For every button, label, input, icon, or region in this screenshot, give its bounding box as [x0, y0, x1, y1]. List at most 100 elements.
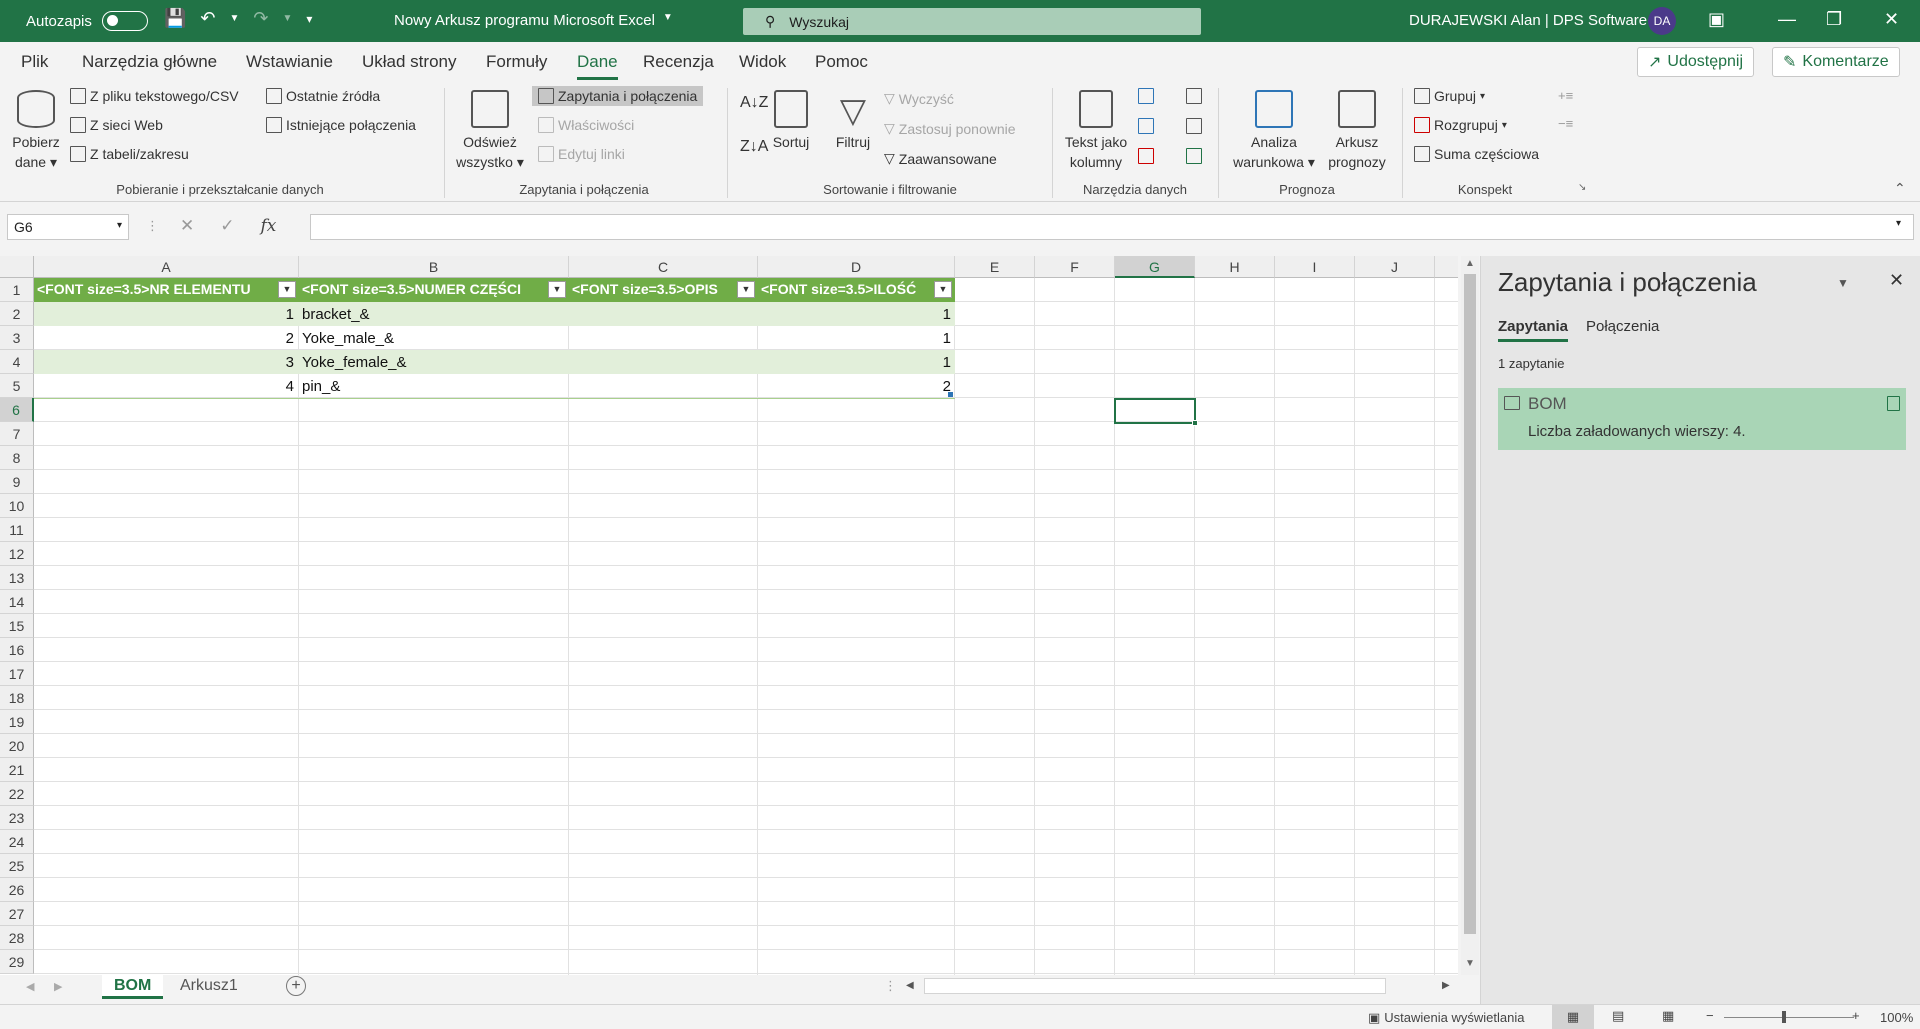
- cell-b3[interactable]: Yoke_male_&: [302, 330, 394, 347]
- spreadsheet-grid[interactable]: A B C D E F G H I J 1 2 3 4 5 6 7 8 9 10 11 12 13 14 1…: [0, 256, 1458, 975]
- autosave-control[interactable]: Autozapis: [26, 11, 148, 31]
- filter-dropdown-icon[interactable]: ▼: [737, 281, 755, 298]
- column-header-d[interactable]: D: [758, 256, 955, 278]
- add-sheet-icon[interactable]: +: [286, 976, 306, 996]
- tab-formulas[interactable]: Formuły: [486, 52, 547, 72]
- split-handle-icon[interactable]: ⋮: [884, 978, 897, 994]
- next-sheet-icon[interactable]: ▶: [54, 980, 62, 993]
- close-icon[interactable]: ✕: [1884, 9, 1899, 30]
- cell-a4[interactable]: 3: [286, 354, 294, 371]
- forecast-sheet-button[interactable]: Arkusz prognozy: [1322, 90, 1392, 172]
- row-header[interactable]: 1: [0, 278, 34, 302]
- column-header-i[interactable]: I: [1275, 256, 1355, 278]
- column-header-h[interactable]: H: [1195, 256, 1275, 278]
- normal-view-icon[interactable]: ▦: [1552, 1005, 1594, 1029]
- cell-b2[interactable]: bracket_&: [302, 306, 370, 323]
- cell-d3[interactable]: 1: [943, 330, 951, 347]
- document-title[interactable]: Nowy Arkusz programu Microsoft Excel ▼: [394, 12, 673, 29]
- column-header-g[interactable]: G: [1115, 256, 1195, 278]
- row-header[interactable]: 13: [0, 566, 34, 590]
- filter-dropdown-icon[interactable]: ▼: [278, 281, 296, 298]
- sort-za-button[interactable]: Z↓A: [740, 138, 768, 156]
- minimize-icon[interactable]: —: [1778, 9, 1796, 30]
- show-detail-icon[interactable]: +≡: [1558, 88, 1573, 103]
- column-header-f[interactable]: F: [1035, 256, 1115, 278]
- get-data-button[interactable]: Pobierz dane ▾: [8, 90, 64, 172]
- row-header[interactable]: 11: [0, 518, 34, 542]
- table-header-qty[interactable]: <FONT size=3.5>ILOŚĆ ▼: [758, 278, 955, 302]
- what-if-button[interactable]: Analiza warunkowa ▾: [1228, 90, 1320, 172]
- avatar[interactable]: DA: [1648, 7, 1676, 35]
- row-header[interactable]: 3: [0, 326, 34, 350]
- table-header-part[interactable]: <FONT size=3.5>NUMER CZĘŚCI ▼: [299, 278, 569, 302]
- zoom-slider-thumb[interactable]: [1782, 1011, 1786, 1023]
- tab-data[interactable]: Dane: [577, 52, 618, 80]
- row-header[interactable]: 24: [0, 830, 34, 854]
- page-layout-view-icon[interactable]: ▤: [1612, 1008, 1624, 1024]
- tab-file[interactable]: Plik: [21, 52, 48, 72]
- row-header[interactable]: 12: [0, 542, 34, 566]
- filter-dropdown-icon[interactable]: ▼: [934, 281, 952, 298]
- tab-queries[interactable]: Zapytania: [1498, 318, 1569, 342]
- column-header-j[interactable]: J: [1355, 256, 1435, 278]
- cell-a2[interactable]: 1: [286, 306, 294, 323]
- dialog-launcher-icon[interactable]: ↘: [1578, 182, 1586, 193]
- row-header[interactable]: 4: [0, 350, 34, 374]
- row-header[interactable]: 6: [0, 398, 34, 422]
- properties-button[interactable]: Właściwości: [538, 117, 634, 133]
- display-settings-button[interactable]: ▣ Ustawienia wyświetlania: [1368, 1010, 1524, 1026]
- scroll-down-icon[interactable]: ▼: [1465, 958, 1475, 969]
- tab-home[interactable]: Narzędzia główne: [82, 52, 217, 72]
- row-header[interactable]: 10: [0, 494, 34, 518]
- row-header[interactable]: 14: [0, 590, 34, 614]
- row-header[interactable]: 27: [0, 902, 34, 926]
- undo-icon[interactable]: ↶: [200, 8, 215, 29]
- row-header[interactable]: 8: [0, 446, 34, 470]
- row-header[interactable]: 9: [0, 470, 34, 494]
- column-header-b[interactable]: B: [299, 256, 569, 278]
- filter-button[interactable]: ▽ Filtruj: [828, 90, 878, 152]
- row-header[interactable]: 16: [0, 638, 34, 662]
- column-header-a[interactable]: A: [34, 256, 299, 278]
- formula-input[interactable]: [310, 214, 1914, 240]
- row-header[interactable]: 19: [0, 710, 34, 734]
- selected-cell[interactable]: [1114, 398, 1198, 426]
- sheet-tab-bom[interactable]: BOM: [102, 975, 164, 999]
- scroll-up-icon[interactable]: ▲: [1465, 258, 1475, 269]
- hide-detail-icon[interactable]: −≡: [1558, 116, 1573, 131]
- refresh-all-button[interactable]: Odśwież wszystko ▾: [452, 90, 528, 172]
- from-web-button[interactable]: Z sieci Web: [70, 117, 163, 133]
- zoom-in-icon[interactable]: +: [1852, 1008, 1860, 1023]
- share-button[interactable]: ↗ Udostępnij: [1637, 47, 1755, 77]
- select-all-corner[interactable]: [0, 256, 34, 278]
- insert-function-icon[interactable]: fx: [261, 216, 277, 236]
- group-button[interactable]: Grupuj ▾: [1414, 88, 1485, 104]
- relationships-icon[interactable]: [1186, 118, 1202, 134]
- remove-duplicates-icon[interactable]: [1138, 118, 1154, 134]
- redo-icon[interactable]: ↷: [253, 8, 268, 29]
- cell-d4[interactable]: 1: [943, 354, 951, 371]
- row-header[interactable]: 21: [0, 758, 34, 782]
- cell-d2[interactable]: 1: [943, 306, 951, 323]
- existing-connections-button[interactable]: Istniejące połączenia: [266, 117, 416, 133]
- restore-icon[interactable]: ❐: [1826, 9, 1842, 30]
- queries-connections-button[interactable]: Zapytania i połączenia: [532, 86, 704, 106]
- sheet-tab-arkusz1[interactable]: Arkusz1: [168, 975, 250, 999]
- row-header[interactable]: 26: [0, 878, 34, 902]
- row-header[interactable]: 5: [0, 374, 34, 398]
- drag-handle-icon[interactable]: ⋮: [146, 218, 159, 234]
- edit-links-button[interactable]: Edytuj linki: [538, 146, 625, 162]
- collapse-ribbon-icon[interactable]: ⌃: [1894, 180, 1906, 197]
- cell-b4[interactable]: Yoke_female_&: [302, 354, 407, 371]
- expand-formula-icon[interactable]: ▾: [1896, 218, 1901, 229]
- fill-handle[interactable]: [1192, 420, 1198, 426]
- subtotal-button[interactable]: Suma częściowa: [1414, 146, 1539, 162]
- chevron-down-icon[interactable]: ▼: [230, 13, 240, 24]
- cell-a3[interactable]: 2: [286, 330, 294, 347]
- row-header[interactable]: 22: [0, 782, 34, 806]
- column-header-e[interactable]: E: [955, 256, 1035, 278]
- filter-dropdown-icon[interactable]: ▼: [548, 281, 566, 298]
- chevron-down-icon[interactable]: ▼: [283, 13, 293, 24]
- data-validation-icon[interactable]: [1138, 148, 1154, 164]
- panel-options-icon[interactable]: ▼: [1837, 276, 1849, 290]
